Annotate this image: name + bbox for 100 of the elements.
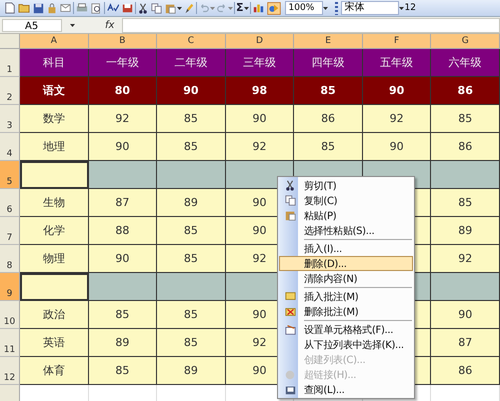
name-box[interactable]: A5	[2, 18, 62, 32]
table-cell: 数学	[20, 105, 89, 133]
table-cell: 政治	[20, 301, 89, 329]
caret-icon[interactable]	[244, 6, 249, 10]
table-cell: 85	[88, 301, 158, 329]
menu-item[interactable]: 清除内容(N)	[279, 271, 413, 286]
row-header[interactable]: 3	[0, 105, 20, 133]
table-cell: 90	[226, 105, 294, 133]
chart-icon[interactable]	[252, 2, 264, 14]
table-cell: 85	[157, 301, 226, 329]
font-field[interactable]: 宋体	[340, 1, 399, 15]
column-header[interactable]: B	[88, 34, 158, 49]
table-cell: 三年级	[226, 49, 294, 77]
row-header[interactable]: 2	[0, 77, 20, 105]
table-cell: 二年级	[157, 49, 226, 77]
brush-icon[interactable]	[184, 2, 194, 14]
table-cell: 语文	[20, 77, 89, 105]
folder-icon[interactable]	[18, 2, 30, 14]
table-cell: 物理	[20, 245, 89, 273]
table-cell: 86	[294, 105, 363, 133]
caret-icon[interactable]	[70, 24, 75, 26]
table-cell: 89	[157, 357, 226, 385]
table-cell: 90	[157, 77, 226, 105]
table-cell	[88, 161, 158, 189]
column-header[interactable]: F	[362, 34, 432, 49]
note-icon	[284, 292, 296, 302]
table-cell	[431, 161, 500, 189]
row-header[interactable]: 11	[0, 329, 20, 357]
toolbar-grip[interactable]	[334, 2, 338, 14]
active-cell	[20, 273, 89, 301]
row-header[interactable]: 5	[0, 161, 20, 189]
menu-item[interactable]: 查阅(L)...	[279, 382, 413, 397]
copy-icon	[284, 194, 296, 206]
clipboard-icon[interactable]	[164, 2, 176, 14]
drawing-icon[interactable]	[266, 2, 280, 14]
table-cell: 80	[88, 77, 158, 105]
table-cell: 85	[431, 105, 500, 133]
copy-icon[interactable]	[150, 2, 162, 14]
scissors-icon[interactable]	[138, 2, 148, 14]
table-cell: 85	[157, 329, 226, 357]
row-header[interactable]: 7	[0, 217, 20, 245]
formula-field[interactable]	[122, 18, 500, 32]
table-cell: 87	[431, 329, 500, 357]
caret-icon[interactable]	[177, 6, 182, 10]
lock-icon[interactable]	[46, 2, 58, 14]
row-header[interactable]: 12	[0, 357, 20, 385]
table-cell	[88, 273, 158, 301]
row-header[interactable]: 4	[0, 133, 20, 161]
delete-note-icon	[284, 306, 296, 317]
table-cell: 90	[362, 133, 432, 161]
table-cell: 85	[157, 105, 226, 133]
table-cell: 92	[431, 245, 500, 273]
table-cell: 85	[157, 245, 226, 273]
column-header[interactable]: A	[20, 34, 89, 49]
table-cell: 90	[431, 301, 500, 329]
table-cell: 85	[294, 77, 363, 105]
column-header[interactable]: D	[226, 34, 294, 49]
table-cell	[157, 273, 226, 301]
table-cell	[88, 385, 158, 401]
row-header[interactable]: 9	[0, 273, 20, 301]
table-cell: 85	[157, 217, 226, 245]
table-cell: 86	[431, 133, 500, 161]
table-cell: 90	[88, 133, 158, 161]
column-header[interactable]: G	[431, 34, 500, 49]
magnifier-icon[interactable]	[90, 2, 102, 14]
spellcheck-icon[interactable]	[107, 2, 119, 14]
table-cell: 六年级	[431, 49, 500, 77]
column-header[interactable]: C	[157, 34, 226, 49]
menu-item[interactable]: 删除(D)...	[279, 256, 413, 271]
table-cell: 地理	[20, 133, 89, 161]
menu-item[interactable]: 插入批注(M)	[279, 289, 413, 304]
row-header[interactable]: 10	[0, 301, 20, 329]
column-header[interactable]: E	[294, 34, 363, 49]
book-icon[interactable]	[122, 2, 134, 14]
table-cell: 85	[88, 357, 158, 385]
table-cell: 98	[226, 77, 294, 105]
row-header[interactable]: 8	[0, 245, 20, 273]
table-cell: 四年级	[294, 49, 363, 77]
format-cells-icon	[284, 324, 296, 335]
caret-icon[interactable]	[322, 6, 328, 10]
table-cell: 五年级	[362, 49, 432, 77]
table-cell: 生物	[20, 189, 89, 217]
table-cell: 科目	[20, 49, 89, 77]
table-cell: 92	[362, 105, 432, 133]
row-header[interactable]: 1	[0, 49, 20, 77]
table-cell: 一年级	[88, 49, 158, 77]
document-icon[interactable]	[4, 2, 16, 14]
caret-icon[interactable]	[398, 6, 404, 10]
printer-icon[interactable]	[76, 2, 88, 14]
table-cell: 92	[88, 105, 158, 133]
row-header[interactable]: 6	[0, 189, 20, 217]
table-cell: 英语	[20, 329, 89, 357]
table-cell: 86	[431, 77, 500, 105]
table-cell: 87	[88, 189, 158, 217]
function-button[interactable]: fx	[105, 20, 114, 30]
autosum-button[interactable]: Σ	[236, 1, 244, 15]
envelope-icon[interactable]	[60, 2, 72, 14]
zoom-field[interactable]: 100%	[284, 1, 323, 15]
font-size-field[interactable]: 12	[404, 2, 416, 14]
scissors-icon	[284, 180, 296, 192]
